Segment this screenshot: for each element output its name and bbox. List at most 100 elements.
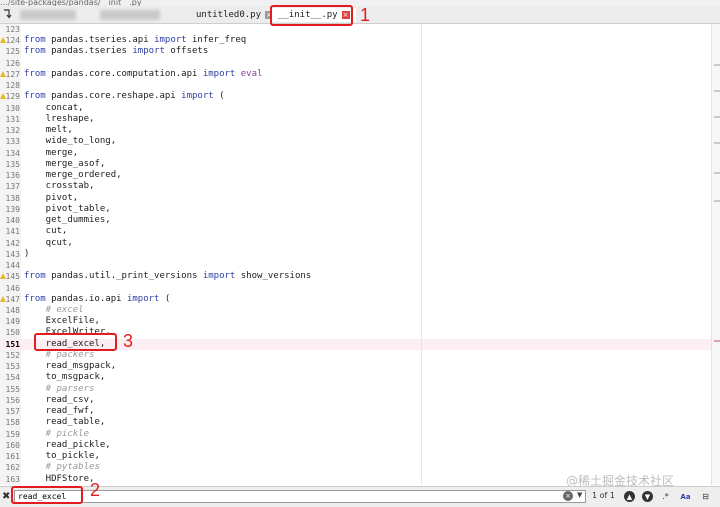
tab-blurred-1[interactable] <box>20 10 76 20</box>
line-number: 154 <box>5 373 20 383</box>
line-number: 136 <box>5 171 20 181</box>
line-number: 133 <box>5 137 20 147</box>
code-line[interactable]: 131 lreshape, <box>0 114 711 125</box>
editor-scrollbar[interactable] <box>711 24 720 485</box>
line-number: 155 <box>5 384 20 394</box>
code-text: ) <box>24 248 30 259</box>
code-line[interactable]: 156 read_csv, <box>0 395 711 406</box>
code-line[interactable]: 123 <box>0 24 711 35</box>
code-text: merge, <box>24 147 79 158</box>
code-text: get_dummies, <box>24 215 111 226</box>
code-text: crosstab, <box>24 181 95 192</box>
code-line[interactable]: 147 from pandas.io.api import ( <box>0 294 711 305</box>
whole-word-icon[interactable]: ⊟ <box>700 491 711 502</box>
code-line[interactable]: 157 read_fwf, <box>0 406 711 417</box>
chevron-down-icon[interactable]: ▼ <box>577 491 582 499</box>
code-line[interactable]: 161 to_pickle, <box>0 451 711 462</box>
tab-label: untitled0.py <box>196 10 262 20</box>
line-number: 143 <box>5 249 20 259</box>
line-number: 162 <box>5 463 20 473</box>
code-line[interactable]: 141 cut, <box>0 226 711 237</box>
code-text: from pandas.io.api import ( <box>24 293 171 304</box>
code-line[interactable]: 143) <box>0 249 711 260</box>
code-line[interactable]: 124 from pandas.tseries.api import infer_… <box>0 35 711 46</box>
annotation-box-find <box>11 486 83 504</box>
arrow-up-icon[interactable]: ▲ <box>624 491 635 502</box>
code-line[interactable]: 160 read_pickle, <box>0 440 711 451</box>
code-line[interactable]: 132 melt, <box>0 125 711 136</box>
code-line[interactable]: 145 from pandas.util._print_versions impo… <box>0 271 711 282</box>
line-number: 137 <box>5 182 20 192</box>
code-line[interactable]: 142 qcut, <box>0 238 711 249</box>
line-number: 131 <box>5 114 20 124</box>
code-text: read_fwf, <box>24 406 95 417</box>
code-line[interactable]: 136 merge_ordered, <box>0 170 711 181</box>
code-line[interactable]: 144 <box>0 260 711 271</box>
annotation-box-line <box>34 333 117 351</box>
line-number: 140 <box>5 216 20 226</box>
code-line[interactable]: 137 crosstab, <box>0 181 711 192</box>
code-editor[interactable]: 123 124 from pandas.tseries.api import inf… <box>0 24 711 485</box>
code-line[interactable]: 139 pivot_table, <box>0 204 711 215</box>
annotation-box-tab <box>270 5 353 26</box>
code-line[interactable]: 133 wide_to_long, <box>0 136 711 147</box>
code-line[interactable]: 158 read_table, <box>0 417 711 428</box>
code-text: to_msgpack, <box>24 372 106 383</box>
line-number: 150 <box>5 328 20 338</box>
line-number: 158 <box>5 418 20 428</box>
code-line[interactable]: 126 <box>0 58 711 69</box>
code-line[interactable]: 140 get_dummies, <box>0 215 711 226</box>
annotation-number-1: 1 <box>360 5 371 25</box>
tab-untitled0[interactable]: untitled0.py × <box>196 8 274 22</box>
code-text: pivot, <box>24 192 79 203</box>
line-number: 159 <box>5 429 20 439</box>
code-line[interactable]: 153 read_msgpack, <box>0 361 711 372</box>
tab-blurred-2[interactable] <box>100 10 160 20</box>
line-number: 128 <box>5 81 20 91</box>
code-line[interactable]: 129 from pandas.core.reshape.api import ( <box>0 91 711 102</box>
code-line[interactable]: 135 merge_asof, <box>0 159 711 170</box>
clear-search-icon[interactable]: × <box>563 491 573 501</box>
code-text: # parsers <box>24 383 95 394</box>
code-line[interactable]: 155 # parsers <box>0 384 711 395</box>
code-line[interactable]: 138 pivot, <box>0 193 711 204</box>
code-text: melt, <box>24 125 73 136</box>
line-number: 132 <box>5 126 20 136</box>
code-line[interactable]: 134 merge, <box>0 148 711 159</box>
code-line[interactable]: 125 from pandas.tseries import offsets <box>0 46 711 57</box>
browse-tabs-icon[interactable] <box>3 8 14 19</box>
code-line[interactable]: 130 concat, <box>0 103 711 114</box>
case-sensitive-button[interactable]: Aa <box>680 491 691 502</box>
code-line[interactable]: 152 # packers <box>0 350 711 361</box>
code-text: to_pickle, <box>24 451 100 462</box>
code-line[interactable]: 146 <box>0 283 711 294</box>
code-text: HDFStore, <box>24 473 95 484</box>
match-count: 1 of 1 <box>592 491 615 500</box>
code-line[interactable]: 149 ExcelFile, <box>0 316 711 327</box>
close-icon[interactable]: ✖ <box>2 491 10 502</box>
arrow-down-icon[interactable]: ▼ <box>642 491 653 502</box>
line-number: 146 <box>5 283 20 293</box>
code-text: cut, <box>24 226 68 237</box>
code-text: # pytables <box>24 462 100 473</box>
code-line[interactable]: 128 <box>0 80 711 91</box>
code-text: concat, <box>24 102 84 113</box>
line-number: 153 <box>5 362 20 372</box>
code-line[interactable]: 154 to_msgpack, <box>0 372 711 383</box>
line-number: 156 <box>5 395 20 405</box>
code-line[interactable]: 159 # pickle <box>0 429 711 440</box>
code-text: # pickle <box>24 428 90 439</box>
code-text: ExcelFile, <box>24 316 100 327</box>
annotation-number-2: 2 <box>90 480 101 500</box>
line-number: 145 <box>5 272 20 282</box>
code-line[interactable]: 127 from pandas.core.computation.api impo… <box>0 69 711 80</box>
code-text: lreshape, <box>24 113 95 124</box>
line-number: 152 <box>5 350 20 360</box>
code-text: from pandas.util._print_versions import … <box>24 271 312 282</box>
code-line[interactable]: 148 # excel <box>0 305 711 316</box>
line-number: 125 <box>5 47 20 57</box>
line-number: 157 <box>5 407 20 417</box>
regex-icon[interactable]: .* <box>660 491 671 502</box>
edge-line-guide <box>421 24 422 485</box>
line-number: 123 <box>5 25 20 34</box>
